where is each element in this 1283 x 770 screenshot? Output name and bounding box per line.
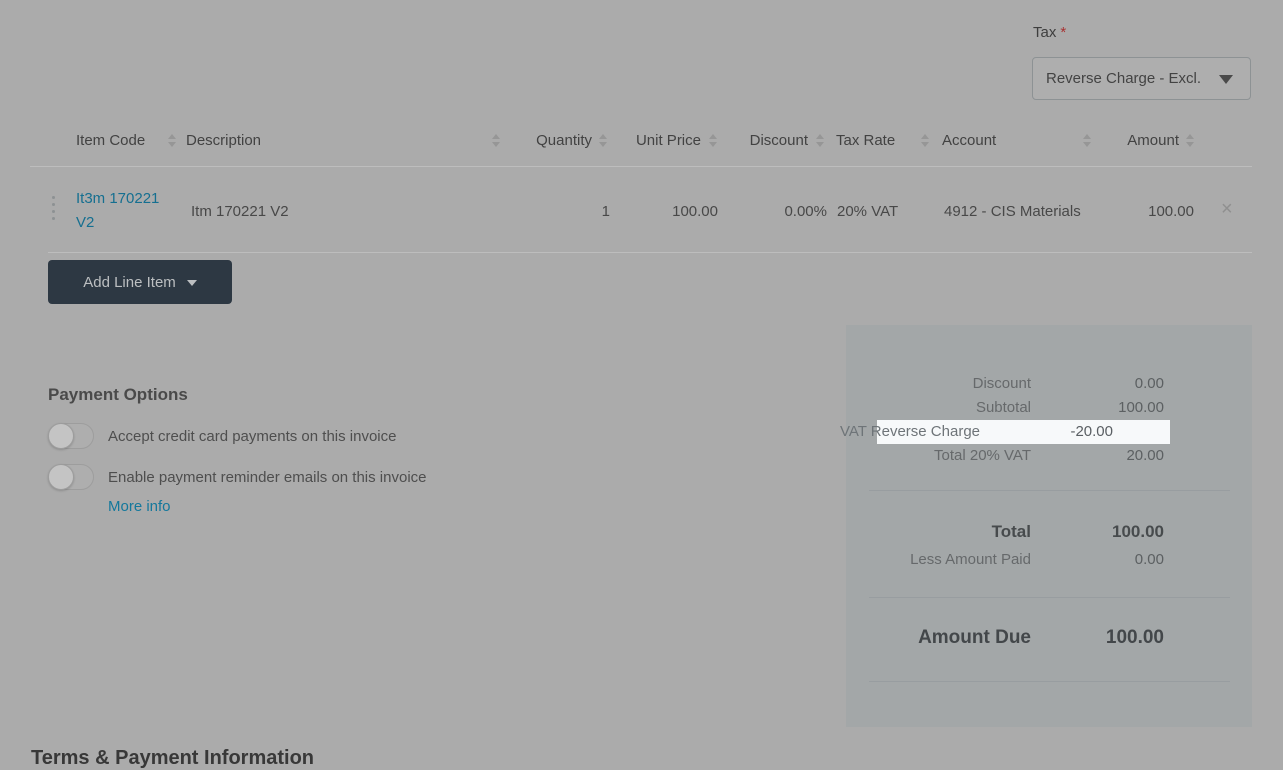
sort-icon-item-code[interactable] [168, 134, 176, 147]
row-tax-rate: 20% VAT [837, 203, 898, 220]
sort-icon-description[interactable] [492, 134, 500, 147]
summary-row-total: Total 100.00 [846, 519, 1252, 545]
row-discount: 0.00% [750, 203, 827, 220]
summary-divider [869, 490, 1230, 491]
summary-value: 100.00 [1106, 624, 1164, 652]
payment-reminder-toggle[interactable] [48, 464, 94, 490]
summary-value: 100.00 [1118, 396, 1164, 420]
summary-value: 20.00 [1126, 444, 1164, 468]
item-code-link[interactable]: It3m 170221 V2 [76, 187, 170, 235]
summary-row-total-vat: Total 20% VAT 20.00 [846, 444, 1252, 468]
more-info-link[interactable]: More info [108, 498, 171, 515]
row-account: 4912 - CIS Materials [944, 203, 1081, 220]
tax-label-text: Tax [1033, 24, 1056, 41]
row-quantity: 1 [560, 203, 610, 220]
column-header-description[interactable]: Description [186, 133, 261, 149]
drag-handle-icon[interactable] [52, 196, 55, 199]
row-amount: 100.00 [1116, 203, 1194, 220]
summary-label: Total 20% VAT [934, 444, 1031, 468]
sort-icon-tax-rate[interactable] [921, 134, 929, 147]
sort-icon-account[interactable] [1083, 134, 1091, 147]
chevron-down-icon [1219, 75, 1233, 84]
column-header-item-code[interactable]: Item Code [76, 133, 145, 149]
row-unit-price: 100.00 [640, 203, 718, 220]
summary-label: Discount [973, 372, 1031, 396]
payment-options-title: Payment Options [48, 385, 188, 405]
invoice-summary-panel: Discount 0.00 Subtotal 100.00 VAT Revers… [846, 325, 1252, 727]
column-header-quantity[interactable]: Quantity [520, 133, 592, 149]
sort-icon-quantity[interactable] [599, 134, 607, 147]
column-header-discount[interactable]: Discount [730, 133, 808, 149]
summary-label: Amount Due [918, 624, 1031, 652]
column-header-account[interactable]: Account [942, 133, 996, 149]
sort-icon-amount[interactable] [1186, 134, 1194, 147]
payment-reminder-toggle-label: Enable payment reminder emails on this i… [108, 469, 427, 487]
toggle-knob [48, 464, 74, 490]
sort-icon-unit-price[interactable] [709, 134, 717, 147]
table-header-divider [30, 166, 1252, 167]
required-asterisk: * [1060, 24, 1066, 41]
summary-divider [869, 597, 1230, 598]
summary-label: VAT Reverse Charge [840, 420, 980, 444]
column-header-tax-rate[interactable]: Tax Rate [836, 133, 895, 149]
row-description: Itm 170221 V2 [191, 203, 289, 220]
credit-card-toggle[interactable] [48, 423, 94, 449]
column-header-amount[interactable]: Amount [1100, 133, 1179, 149]
tax-select-value: Reverse Charge - Excl. [1046, 70, 1201, 87]
sort-icon-discount[interactable] [816, 134, 824, 147]
summary-row-subtotal: Subtotal 100.00 [846, 396, 1252, 420]
chevron-down-icon [187, 280, 197, 286]
tax-select-dropdown[interactable]: Reverse Charge - Excl. [1032, 57, 1251, 100]
summary-value: -20.00 [1070, 420, 1113, 444]
toggle-knob [48, 423, 74, 449]
summary-value: 0.00 [1135, 548, 1164, 572]
tax-field-label: Tax* [1033, 24, 1066, 41]
summary-row-vat-reverse-charge-highlighted: VAT Reverse Charge -20.00 [877, 420, 1170, 444]
summary-divider [869, 681, 1230, 682]
row-divider [48, 252, 1252, 253]
summary-label: Less Amount Paid [910, 548, 1031, 572]
add-line-item-label: Add Line Item [83, 274, 176, 291]
summary-row-less-amount-paid: Less Amount Paid 0.00 [846, 548, 1252, 572]
summary-value: 100.00 [1112, 519, 1164, 545]
credit-card-toggle-label: Accept credit card payments on this invo… [108, 428, 396, 446]
terms-section-title: Terms & Payment Information [31, 747, 314, 770]
remove-line-icon[interactable]: × [1221, 197, 1233, 221]
summary-label: Subtotal [976, 396, 1031, 420]
summary-value: 0.00 [1135, 372, 1164, 396]
summary-row-discount: Discount 0.00 [846, 372, 1252, 396]
summary-row-amount-due: Amount Due 100.00 [846, 624, 1252, 652]
invoice-editor-overlay: Tax* Reverse Charge - Excl. Item Code De… [0, 0, 1283, 770]
add-line-item-button[interactable]: Add Line Item [48, 260, 232, 304]
column-header-unit-price[interactable]: Unit Price [620, 133, 701, 149]
summary-label: Total [992, 519, 1031, 545]
